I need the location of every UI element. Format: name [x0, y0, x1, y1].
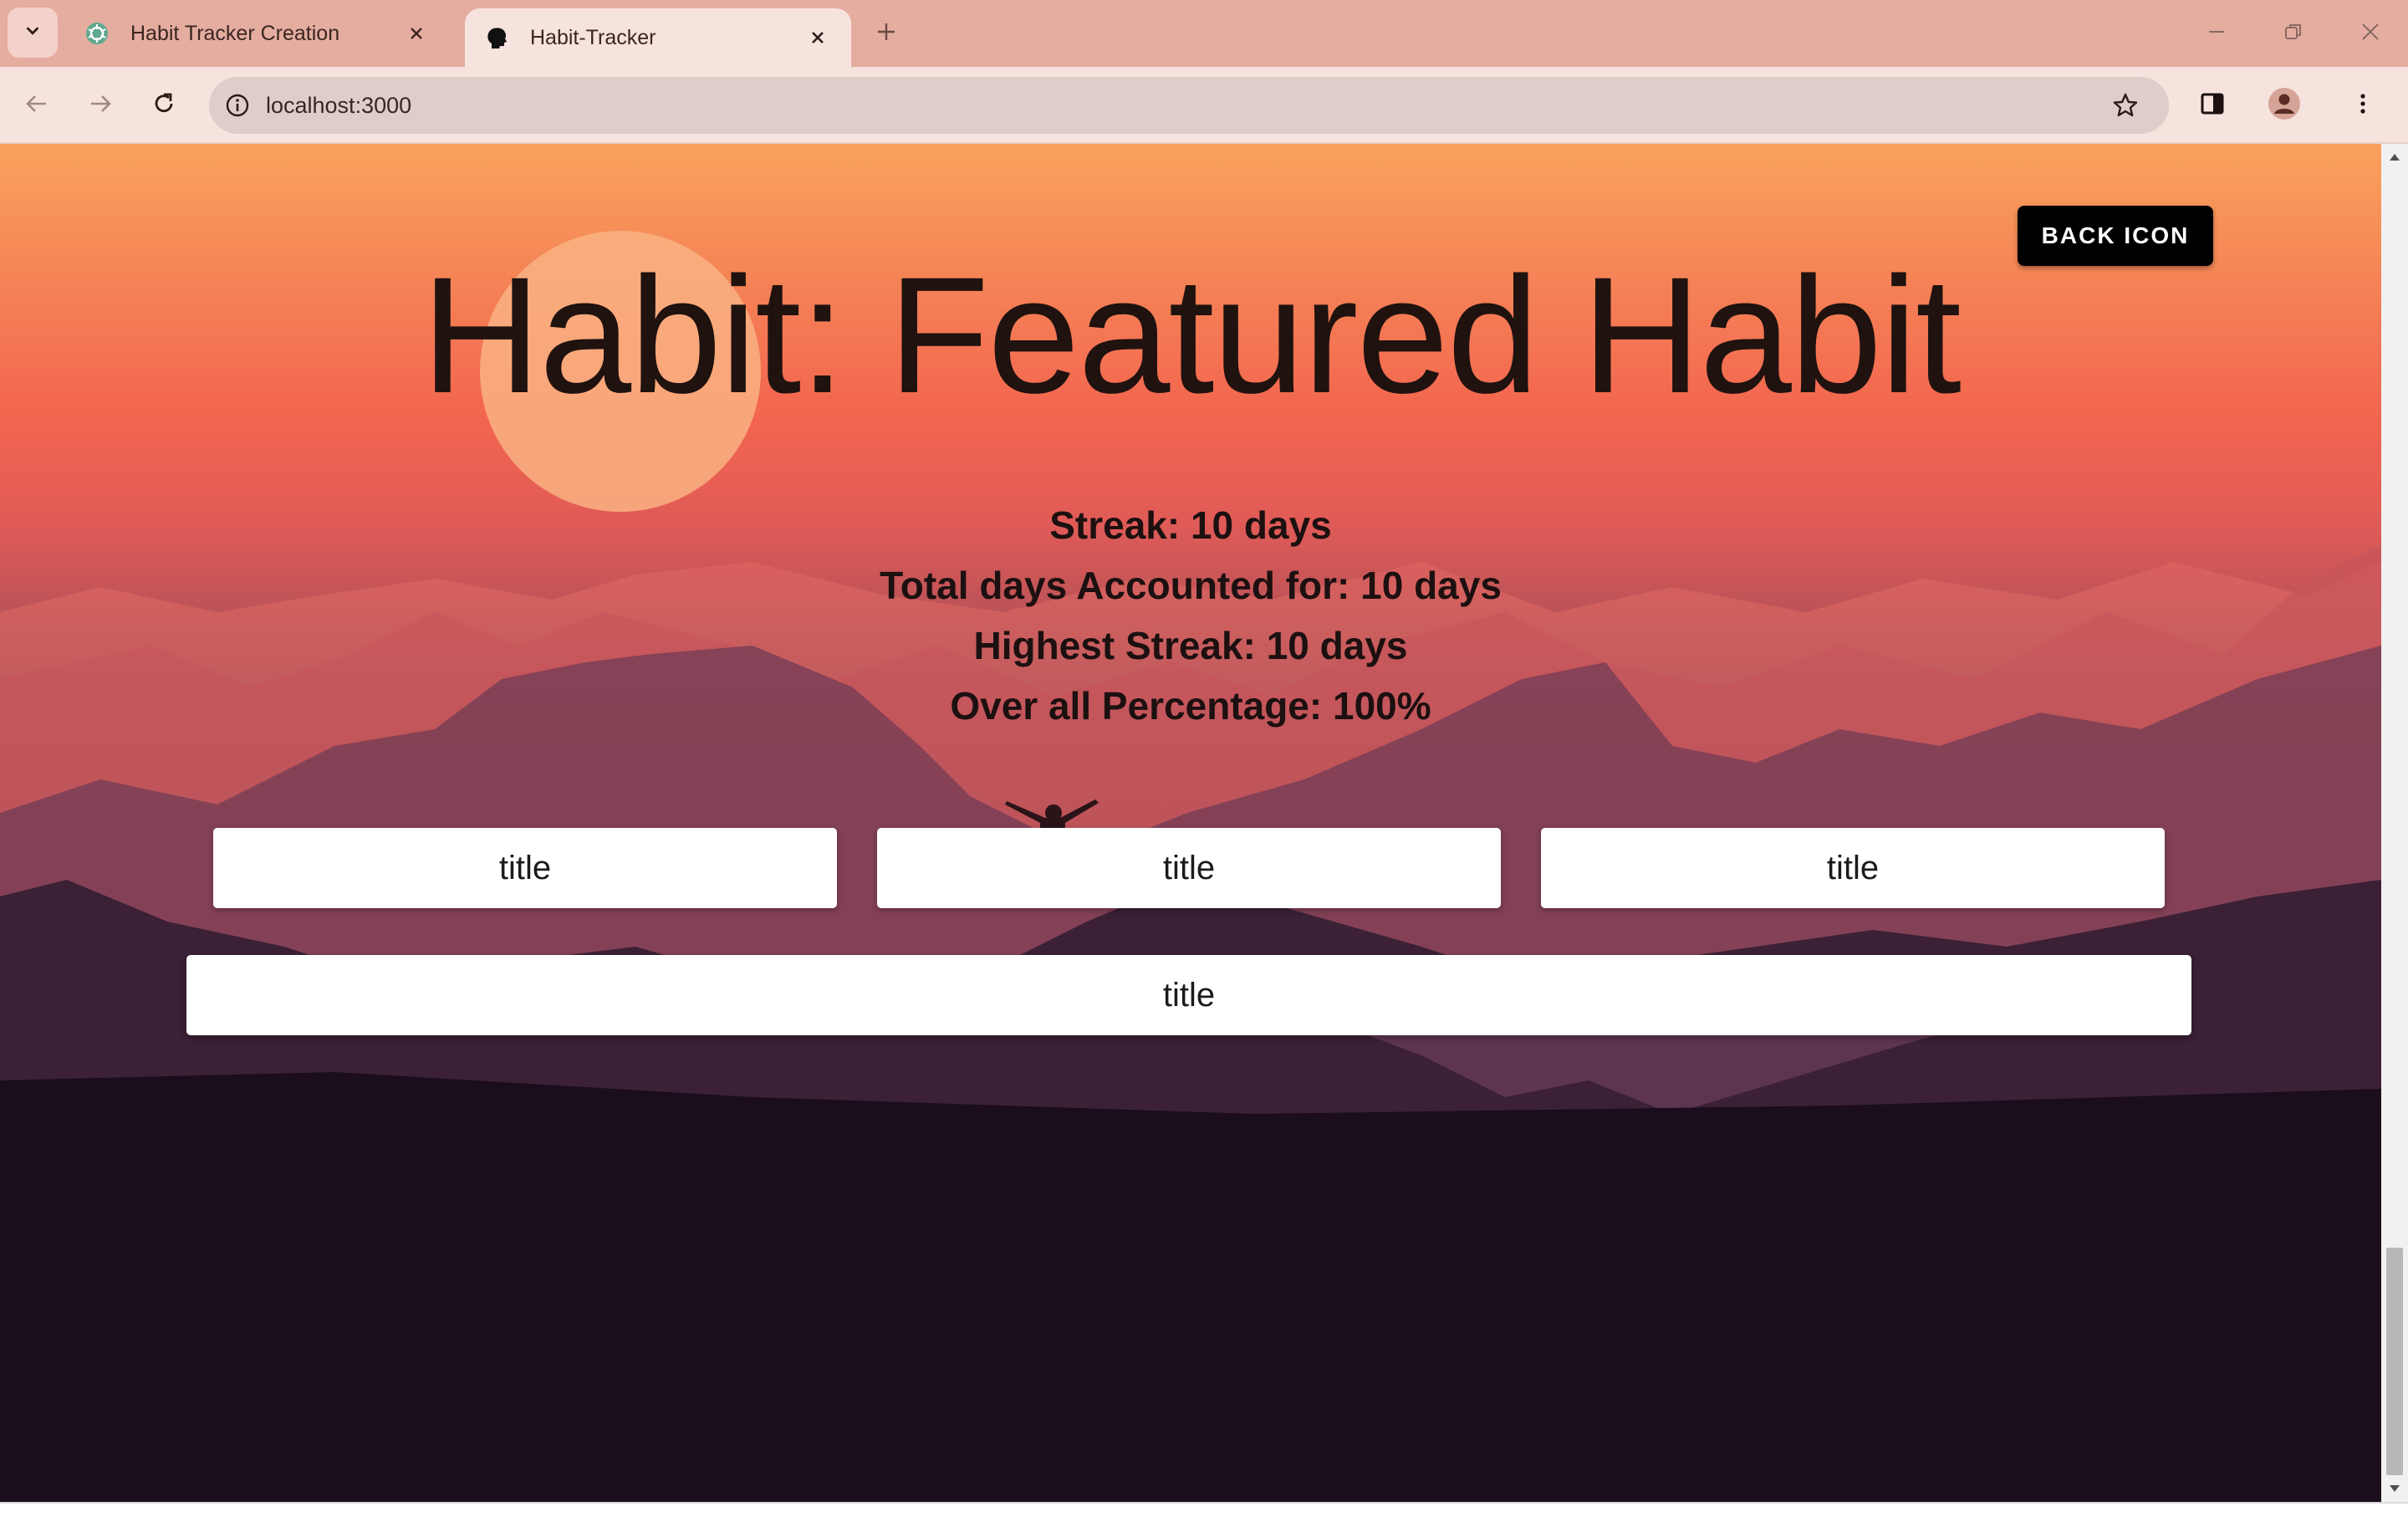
reload-icon — [151, 91, 176, 120]
overall-percentage-text: Over all Percentage: 100% — [950, 684, 1431, 728]
title-card[interactable]: title — [877, 828, 1501, 908]
forward-nav-button[interactable] — [79, 84, 122, 127]
side-panel-icon — [2200, 91, 2225, 120]
reload-button[interactable] — [142, 84, 186, 127]
restore-icon — [2283, 22, 2303, 46]
back-nav-button[interactable] — [15, 84, 59, 127]
url-text: localhost:3000 — [266, 92, 412, 118]
tab-habit-tracker[interactable]: Habit-Tracker — [465, 8, 851, 67]
chevron-down-icon — [23, 22, 42, 44]
scroll-up-icon[interactable] — [2386, 149, 2403, 166]
address-bar[interactable]: localhost:3000 — [209, 77, 2169, 134]
scroll-thumb[interactable] — [2386, 1248, 2403, 1475]
close-icon[interactable] — [401, 18, 431, 49]
profile-button[interactable] — [2263, 84, 2306, 127]
tab-habit-tracker-creation[interactable]: Habit Tracker Creation — [65, 0, 450, 67]
kebab-menu-icon — [2350, 91, 2375, 120]
chatgpt-icon — [84, 20, 110, 47]
page-viewport: BACK ICON Habit: Featured Habit Streak: … — [0, 144, 2381, 1502]
minimize-button[interactable] — [2179, 0, 2254, 67]
arrow-left-icon — [24, 91, 49, 120]
menu-button[interactable] — [2341, 84, 2385, 127]
side-panel-button[interactable] — [2191, 84, 2234, 127]
avatar-icon — [2268, 87, 2301, 125]
page-title: Habit: Featured Habit — [421, 243, 1962, 427]
title-card-wide[interactable]: title — [186, 955, 2191, 1035]
head-silhouette-icon — [483, 24, 510, 51]
minimize-icon — [2206, 22, 2227, 46]
streak-text: Streak: 10 days — [1049, 503, 1332, 547]
vertical-scrollbar[interactable] — [2381, 144, 2408, 1502]
restore-button[interactable] — [2256, 0, 2331, 67]
title-card[interactable]: title — [213, 828, 837, 908]
close-window-button[interactable] — [2333, 0, 2408, 67]
close-icon — [2360, 22, 2380, 46]
close-icon[interactable] — [803, 23, 833, 53]
title-card[interactable]: title — [1541, 828, 2165, 908]
plus-icon — [875, 21, 897, 47]
arrow-right-icon — [88, 91, 113, 120]
habit-stats: Streak: 10 days Total days Accounted for… — [0, 495, 2381, 736]
info-icon[interactable] — [221, 89, 254, 122]
total-days-text: Total days Accounted for: 10 days — [880, 564, 1502, 607]
tab-strip: Habit Tracker Creation Habit-Tracker — [0, 0, 2408, 67]
scroll-down-icon[interactable] — [2386, 1480, 2403, 1497]
star-icon[interactable] — [2107, 87, 2144, 124]
bottom-strip — [0, 1502, 2408, 1527]
highest-streak-text: Highest Streak: 10 days — [973, 624, 1408, 667]
tab-search-button[interactable] — [8, 8, 58, 58]
tab-title: Habit Tracker Creation — [130, 21, 340, 45]
browser-toolbar: localhost:3000 — [0, 67, 2408, 144]
tab-title: Habit-Tracker — [530, 25, 656, 49]
new-tab-button[interactable] — [868, 15, 905, 52]
